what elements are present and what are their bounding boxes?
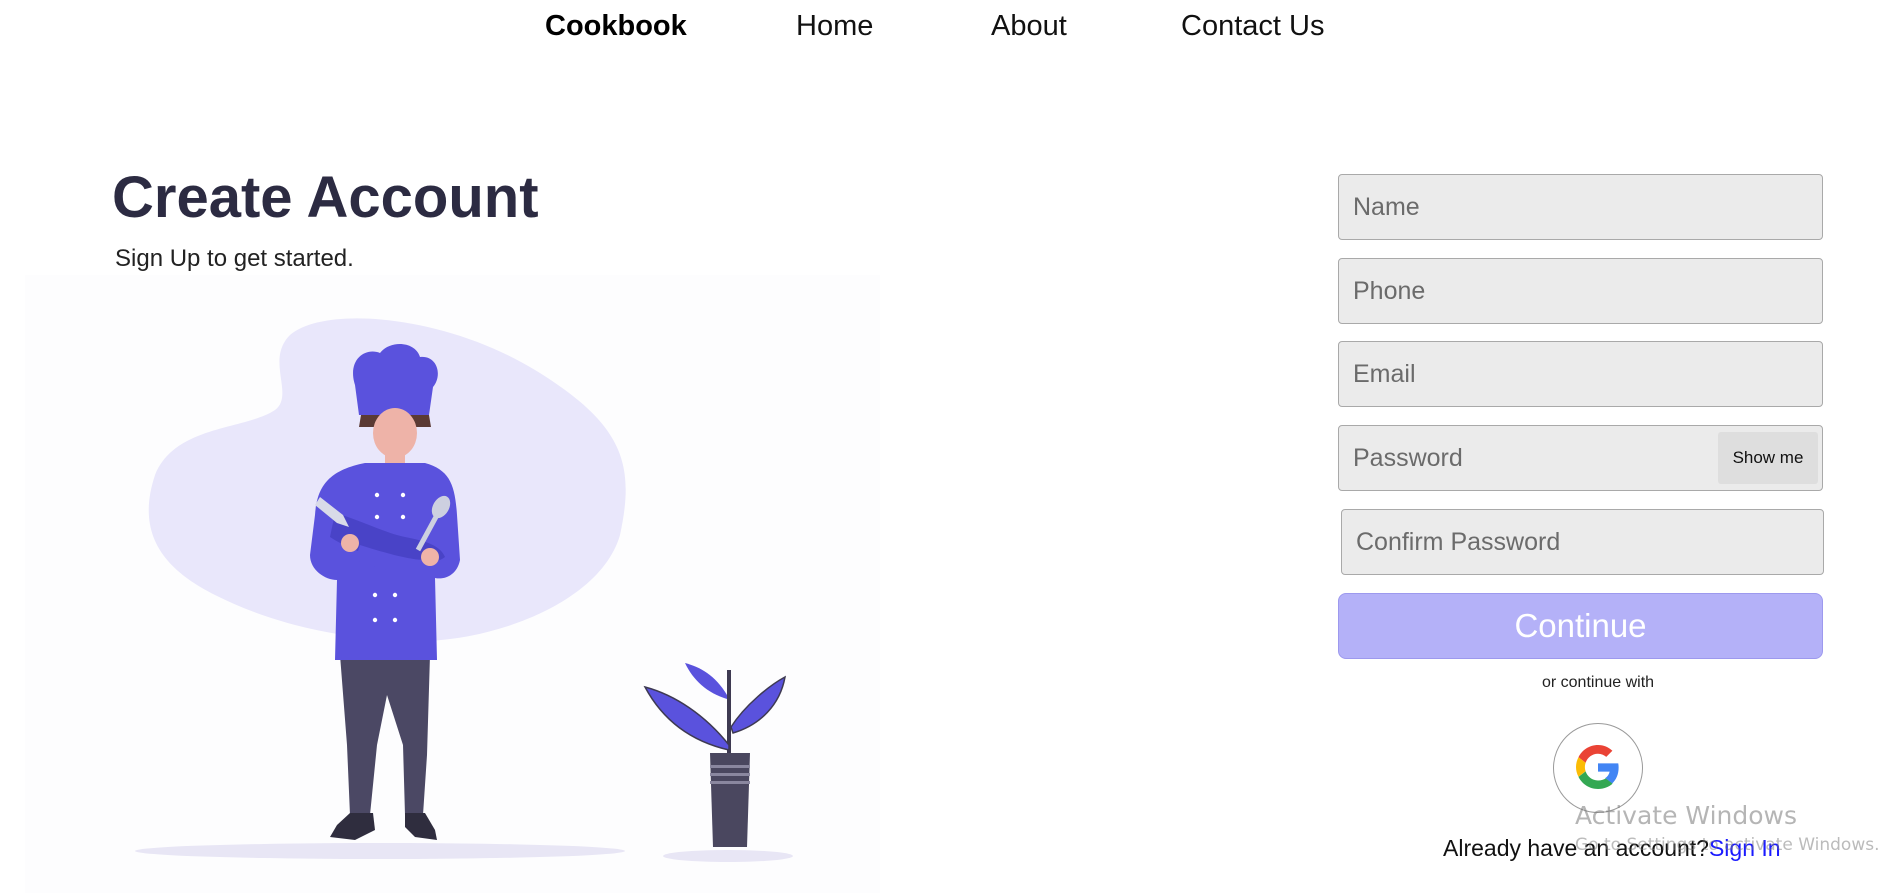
or-continue-with-text: or continue with bbox=[1541, 674, 1655, 691]
show-password-button[interactable]: Show me bbox=[1718, 432, 1818, 484]
confirm-password-field[interactable] bbox=[1341, 509, 1824, 575]
ground-shadow bbox=[135, 843, 625, 859]
top-nav: Cookbook Home About Contact Us bbox=[0, 0, 1897, 60]
nav-link-home[interactable]: Home bbox=[796, 10, 873, 43]
brand-logo-link[interactable]: Cookbook bbox=[545, 10, 687, 43]
phone-field[interactable] bbox=[1338, 258, 1823, 324]
activate-windows-title: Activate Windows bbox=[1575, 801, 1797, 830]
nav-link-about[interactable]: About bbox=[991, 10, 1067, 43]
page-subtitle: Sign Up to get started. bbox=[115, 245, 354, 272]
nav-link-contact-us[interactable]: Contact Us bbox=[1181, 10, 1324, 43]
activate-windows-subtitle: Go to Settings to activate Windows. bbox=[1575, 835, 1880, 855]
page-title: Create Account bbox=[112, 165, 539, 230]
email-field[interactable] bbox=[1338, 341, 1823, 407]
name-field[interactable] bbox=[1338, 174, 1823, 240]
chef-illustration bbox=[25, 275, 880, 893]
google-icon bbox=[1576, 744, 1620, 792]
signup-page: Cookbook Home About Contact Us Create Ac… bbox=[0, 0, 1897, 893]
chef-legs bbox=[340, 655, 430, 815]
continue-button[interactable]: Continue bbox=[1338, 593, 1823, 659]
google-signin-button[interactable] bbox=[1553, 723, 1643, 813]
potted-plant bbox=[643, 663, 787, 847]
plant-shadow bbox=[663, 850, 793, 862]
